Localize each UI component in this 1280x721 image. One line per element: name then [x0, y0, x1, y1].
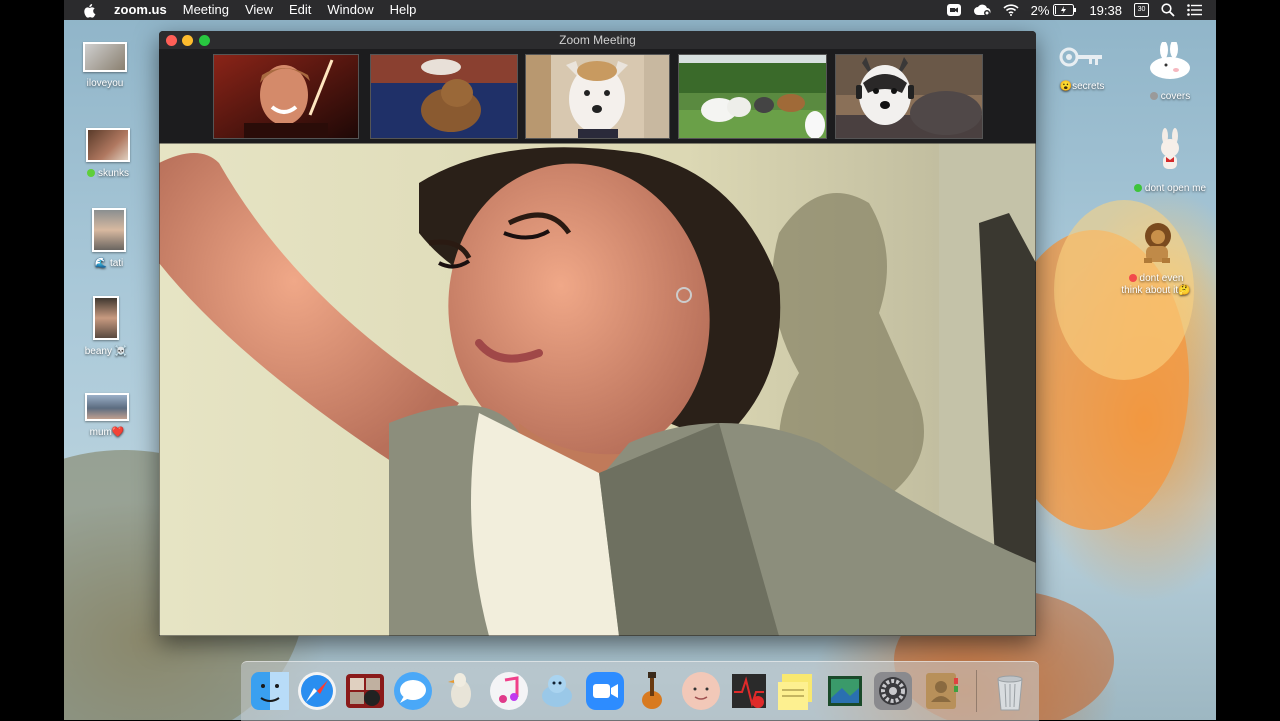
tag-dot [1133, 184, 1142, 192]
search-icon[interactable] [1161, 3, 1175, 17]
preview-icon[interactable] [824, 670, 866, 712]
avatar-app-icon[interactable] [680, 670, 722, 712]
speaker-video [159, 143, 1036, 636]
folder-thumbnail [93, 296, 119, 340]
window-title: Zoom Meeting [559, 33, 636, 47]
scrobbles-icon[interactable] [728, 670, 770, 712]
desktop-item-skunks[interactable]: skunks [64, 128, 158, 179]
system-preferences-icon[interactable] [872, 670, 914, 712]
zoom-status-icon[interactable] [946, 4, 961, 16]
desktop-item-secrets[interactable]: 😮secrets [1032, 42, 1132, 92]
participant-video [679, 55, 826, 138]
apple-logo-icon[interactable] [82, 3, 96, 18]
desktop-item-label-line1: dont even [1139, 273, 1184, 284]
finder-icon[interactable] [249, 670, 291, 712]
desktop-item-label: iloveyou [86, 78, 124, 89]
dock-separator [976, 670, 977, 712]
calendar-icon[interactable]: 30 [1134, 3, 1149, 17]
desktop-item-dont-even-think-about-it[interactable]: dont even think about it🤔 [1106, 218, 1206, 297]
desktop-item-tati[interactable]: 🌊 tati [64, 208, 159, 269]
skull-emoji-icon: ☠️ [114, 346, 128, 357]
active-speaker-video[interactable] [159, 143, 1036, 636]
creative-cloud-icon[interactable] [973, 3, 991, 17]
desktop-item-dont-open-me[interactable]: dont open me [1120, 128, 1216, 194]
itunes-icon[interactable] [488, 670, 530, 712]
key-icon [1059, 47, 1102, 67]
zoom-icon[interactable] [584, 670, 626, 712]
folder-thumbnail [86, 128, 130, 162]
lion-icon [1144, 223, 1171, 263]
thinking-emoji-icon: 🤔 [1178, 285, 1191, 296]
trash-icon[interactable] [989, 670, 1031, 712]
battery-icon[interactable] [1053, 4, 1077, 16]
dock [241, 661, 1039, 721]
desktop-item-iloveyou[interactable]: iloveyou [64, 42, 155, 89]
stickies-icon[interactable] [776, 670, 818, 712]
desktop-item-label-line2: think about it [1121, 285, 1179, 296]
safari-icon[interactable] [296, 670, 338, 712]
zoom-meeting-window[interactable]: Zoom Meeting [159, 31, 1036, 636]
participant-tile-white-dog[interactable] [525, 54, 670, 139]
desktop-item-covers[interactable]: covers [1120, 40, 1216, 102]
heart-emoji-icon: ❤️ [111, 427, 125, 438]
bunny-figure-icon [1161, 128, 1179, 169]
desktop-item-label: dont open me [1144, 183, 1207, 194]
tag-dot [1128, 274, 1137, 282]
folder-thumbnail [83, 42, 127, 72]
desktop-item-label: skunks [97, 168, 130, 179]
desktop-item-label: mum [89, 427, 112, 438]
menu-bar: zoom.us Meeting View Edit Window Help 2% [64, 0, 1216, 20]
window-titlebar[interactable]: Zoom Meeting [159, 31, 1036, 49]
desktop-item-mum[interactable]: mum❤️ [64, 393, 157, 438]
battery-percent[interactable]: 2% [1031, 3, 1050, 18]
menu-help[interactable]: Help [382, 0, 425, 20]
menu-meeting[interactable]: Meeting [175, 0, 237, 20]
notification-center-icon[interactable] [1187, 4, 1202, 16]
photo-booth-icon[interactable] [344, 670, 386, 712]
participant-video [371, 55, 517, 138]
wifi-icon[interactable] [1003, 4, 1019, 16]
menu-app-name[interactable]: zoom.us [106, 0, 175, 20]
menu-view[interactable]: View [237, 0, 281, 20]
tag-dot [1149, 92, 1158, 100]
desktop-item-label: beany [84, 346, 112, 357]
garageband-icon[interactable] [632, 670, 674, 712]
menu-edit[interactable]: Edit [281, 0, 319, 20]
desktop-item-beany[interactable]: beany ☠️ [64, 296, 156, 357]
contacts-icon[interactable] [920, 670, 962, 712]
participant-filmstrip [159, 49, 1036, 141]
participant-tile-man-smiling[interactable] [213, 54, 359, 139]
participant-tile-dogs-in-garden[interactable] [678, 54, 827, 139]
sequel-pro-icon[interactable] [536, 670, 578, 712]
messages-icon[interactable] [392, 670, 434, 712]
white-rabbit-icon [1150, 40, 1190, 79]
calendar-day: 30 [1137, 6, 1146, 13]
wave-emoji-icon: 🌊 [94, 258, 108, 269]
cyberduck-icon[interactable] [440, 670, 482, 712]
desktop-item-label: tati [109, 258, 124, 269]
tag-dot [86, 169, 95, 177]
folder-thumbnail [92, 208, 126, 252]
participant-tile-husky[interactable] [835, 54, 983, 139]
participant-video [836, 55, 982, 138]
clock[interactable]: 19:38 [1089, 3, 1122, 18]
menu-window[interactable]: Window [319, 0, 381, 20]
participant-video [214, 55, 358, 138]
participant-tile-dog-on-couch[interactable] [370, 54, 518, 139]
folder-thumbnail [85, 393, 129, 421]
participant-video [526, 55, 669, 138]
desktop-item-label: covers [1160, 91, 1191, 102]
surprised-emoji-icon: 😮 [1059, 81, 1073, 92]
desktop-item-label: secrets [1072, 81, 1105, 92]
